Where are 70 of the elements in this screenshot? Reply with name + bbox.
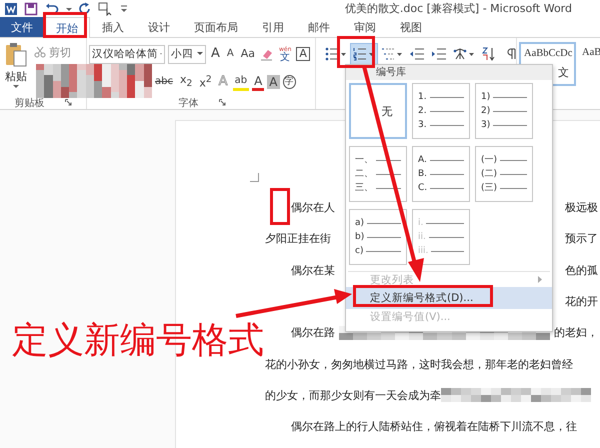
caret-icon: [197, 52, 203, 56]
paste-button[interactable]: 粘贴: [0, 38, 32, 96]
paragraph-text: 预示了: [565, 231, 598, 246]
paragraph-text: 夕阳正挂在街: [265, 231, 331, 246]
annotation-box: [270, 188, 290, 225]
save-icon[interactable]: [24, 2, 38, 16]
ribbon-tab[interactable]: 审阅: [342, 17, 388, 37]
clipboard-icon: [4, 42, 28, 68]
paragraph-text: 极远极: [565, 200, 598, 216]
touch-mode-icon[interactable]: [98, 2, 114, 16]
paragraph-text: 偶尔在路: [291, 325, 335, 340]
annotation-box: [337, 36, 375, 68]
ribbon-tab[interactable]: 设计: [136, 17, 182, 37]
strikethrough-button[interactable]: abc: [153, 75, 175, 89]
paragraph-text: 色的孤: [565, 262, 598, 278]
menu-header: 编号库: [346, 65, 552, 80]
scissors-icon: [34, 46, 46, 58]
group-label: 字体: [178, 96, 198, 110]
ribbon-tab[interactable]: 页面布局: [182, 17, 250, 37]
font-color-button[interactable]: A: [252, 74, 264, 90]
caret-icon: [13, 85, 19, 89]
numbering-option[interactable]: a) b) c): [349, 209, 407, 265]
paragraph-text: 花的小孙女，匆匆地横过马路，这时我会想，那年老的老妇曾经: [265, 356, 573, 372]
paragraph-text: 的少女，而那少女则有一天会成为牵: [265, 388, 441, 403]
paragraph-text: 偶尔在路上的行人陆桥站住，俯视着在陆桥下川流不息，往: [291, 419, 577, 434]
redo-icon[interactable]: [78, 2, 92, 16]
outdent-icon: [409, 47, 425, 61]
font-name-dropdown[interactable]: 汉仪哈哈体简: [89, 44, 165, 64]
grow-font-button[interactable]: A: [209, 47, 222, 61]
highlight-button[interactable]: ab: [232, 74, 250, 90]
script-button[interactable]: x$^{2}$: [197, 73, 214, 91]
character-border-button[interactable]: A: [296, 47, 310, 61]
shrink-font-button[interactable]: A: [224, 47, 236, 61]
submenu-arrow-icon: [538, 276, 542, 283]
paragraph-text: 偶尔在人: [291, 200, 335, 216]
ribbon-tab[interactable]: 邮件: [296, 17, 342, 37]
asian-layout-icon: [453, 47, 475, 61]
margin-corner-mark: [250, 173, 259, 182]
annotation-box: [43, 12, 87, 38]
numbered-list-icon: [353, 47, 375, 61]
numbering-option[interactable]: 1) 2) 3): [475, 83, 533, 139]
multilevel-list-icon: [381, 47, 403, 61]
indent-icon: [431, 47, 447, 61]
numbering-option[interactable]: 无: [349, 83, 407, 139]
paragraph-text: 的老妇，: [554, 325, 598, 340]
sort-icon: [481, 47, 497, 61]
numbering-option[interactable]: 1. 2. 3.: [412, 83, 470, 139]
change-case-button[interactable]: Aa: [238, 47, 258, 61]
dialog-launcher-icon[interactable]: [64, 99, 72, 106]
annotation-caption: 定义新编号格式: [12, 320, 264, 362]
group-label: 剪贴板: [14, 96, 44, 110]
character-shading-button[interactable]: A: [267, 75, 280, 89]
numbering-option[interactable]: (一) (二) (三): [475, 146, 533, 202]
font-size-dropdown[interactable]: 小四: [168, 44, 206, 64]
app-logo-icon[interactable]: [4, 2, 18, 16]
paragraph-text: 偶尔在某: [291, 262, 335, 278]
ribbon-tab[interactable]: 引用: [250, 17, 296, 37]
paragraph-text: 花的开: [565, 294, 598, 310]
ribbon-tab[interactable]: 插入: [90, 17, 136, 37]
script-button[interactable]: x$_{2}$: [178, 72, 194, 92]
window-title: 优美的散文.doc [兼容模式] - Microsoft Word: [344, 1, 572, 16]
numbering-option[interactable]: A. B. C.: [412, 146, 470, 202]
bullet-list-icon: [325, 47, 347, 61]
ribbon-tab[interactable]: 视图: [388, 17, 434, 37]
cut-button[interactable]: 剪切: [32, 44, 73, 60]
dialog-launcher-icon[interactable]: [218, 99, 226, 106]
file-tab[interactable]: 文件: [0, 17, 44, 37]
eraser-icon[interactable]: [260, 47, 274, 61]
numbering-option[interactable]: 一、 二、 三、: [349, 146, 407, 202]
enclose-character-button[interactable]: 字: [282, 75, 296, 89]
